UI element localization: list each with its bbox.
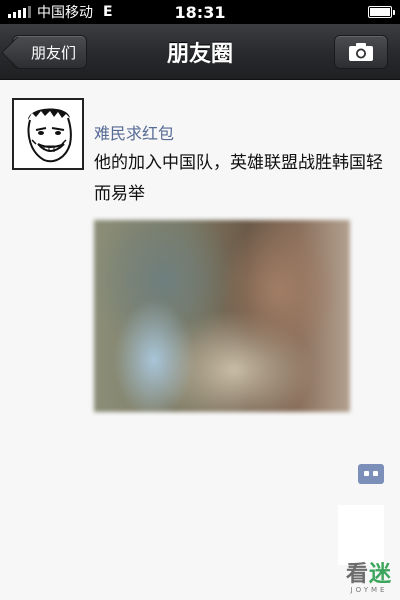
avatar[interactable] xyxy=(12,98,84,170)
watermark-char-1: 看 xyxy=(345,562,369,587)
camera-icon xyxy=(349,43,373,61)
battery-icon xyxy=(368,6,395,18)
camera-button[interactable] xyxy=(334,35,388,69)
signal-strength-icon xyxy=(8,6,31,18)
navigation-bar: 朋友们 朋友圈 xyxy=(0,24,400,80)
moments-feed: 难民求红包 他的加入中国队，英雄联盟战胜韩国轻而易举 看迷 JOYME xyxy=(0,80,400,600)
watermark-subtext: JOYME xyxy=(350,586,388,594)
watermark-char-2: 迷 xyxy=(368,562,392,587)
meme-face-avatar-icon xyxy=(14,100,82,168)
post-username[interactable]: 难民求红包 xyxy=(94,120,174,144)
post-photo[interactable] xyxy=(94,220,350,412)
watermark-logo: 看迷 JOYME xyxy=(346,556,392,594)
comment-icon[interactable] xyxy=(358,464,384,484)
carrier-name: 中国移动 xyxy=(37,5,93,21)
status-bar: 中国移动 E 18:31 xyxy=(0,0,400,24)
post-text: 他的加入中国队，英雄联盟战胜韩国轻而易举 xyxy=(94,153,383,204)
network-type: E xyxy=(103,4,113,20)
